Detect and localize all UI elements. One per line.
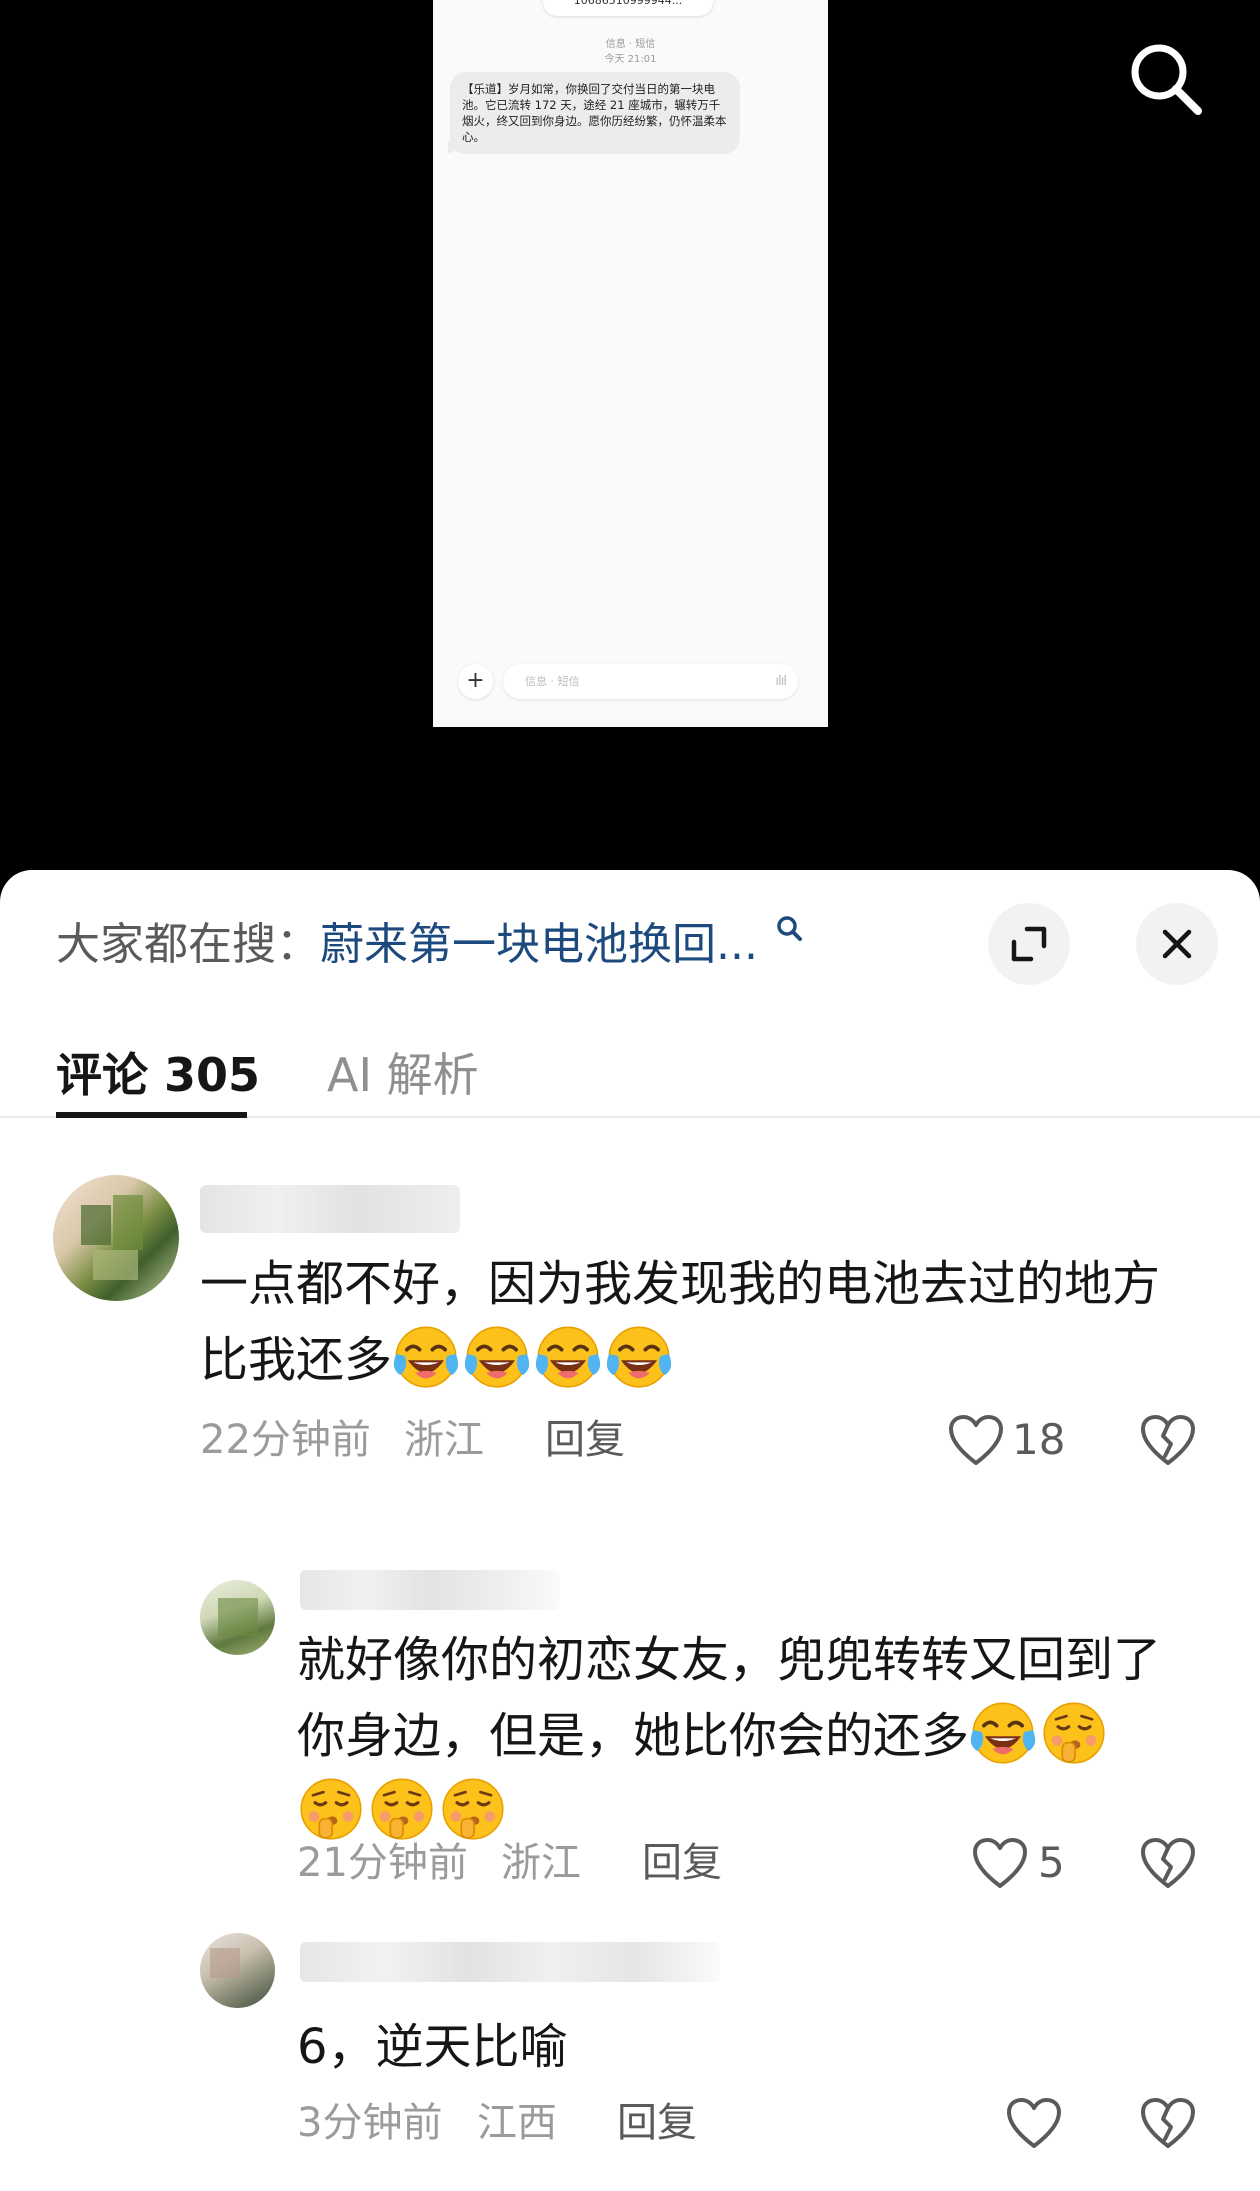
comment-line: 一点都不好，因为我发现我的电池去过的地方 [200, 1256, 1161, 1312]
heart-icon [973, 1838, 1027, 1888]
shushing-face-emoji [442, 1778, 504, 1840]
comment-time: 3分钟前 [297, 2100, 443, 2146]
sms-voice-icon: ıIıl [775, 674, 787, 689]
sms-input-row: + 信息 · 短信 ıIıl [458, 662, 798, 700]
sms-input-placeholder: 信息 · 短信 [525, 675, 580, 688]
expand-button[interactable] [988, 903, 1070, 985]
like-button[interactable]: 18 [948, 1410, 1078, 1470]
comment-text: 6，逆天比喻 [297, 2010, 568, 2085]
laughing-crying-emoji [606, 1326, 672, 1388]
sms-meta: 信息 · 短信 今天 21:01 [433, 37, 828, 67]
like-count: 18 [1012, 1415, 1066, 1464]
search-icon [1131, 44, 1202, 115]
sms-message-bubble: 【乐道】岁月如常，你换回了交付当日的第一块电池。它已流转 172 天，途经 21… [448, 72, 740, 154]
broken-heart-icon [1141, 1415, 1195, 1465]
sms-meta-time: 今天 21:01 [604, 54, 657, 65]
comment-location: 浙江 [404, 1417, 484, 1463]
comment-line: 就好像你的初恋女友，兜兜转转又回到了 [297, 1632, 1162, 1688]
like-button[interactable]: 5 [972, 1833, 1072, 1893]
sms-screenshot: 10686510999944... 信息 · 短信 今天 21:01 【乐道】岁… [433, 0, 828, 727]
heart-icon [949, 1415, 1003, 1465]
username-blurred[interactable] [200, 1185, 460, 1233]
broken-heart-icon [1141, 2098, 1195, 2148]
heart-icon [1007, 2098, 1061, 2148]
broken-heart-icon [1141, 1838, 1195, 1888]
tab-active-indicator [56, 1112, 247, 1118]
username-blurred[interactable] [300, 1942, 720, 1982]
username-blurred[interactable] [300, 1570, 560, 1610]
comment-line: 比我还多 [200, 1332, 393, 1388]
dislike-button[interactable] [1140, 1837, 1200, 1897]
hot-search-link[interactable]: 大家都在搜：蔚来第一块电池换回... [56, 915, 916, 975]
sms-plus-icon: + [458, 664, 493, 699]
search-icon [777, 916, 802, 941]
dislike-button[interactable] [1140, 2097, 1200, 2157]
laughing-crying-emoji [393, 1326, 459, 1388]
laughing-crying-emoji [535, 1326, 601, 1388]
sms-meta-label: 信息 · 短信 [605, 39, 656, 50]
emoji-group [297, 1778, 510, 1840]
shushing-face-emoji [1043, 1702, 1105, 1764]
close-button[interactable] [1136, 903, 1218, 985]
comment-line: 6，逆天比喻 [297, 2019, 568, 2075]
shushing-face-emoji [300, 1778, 362, 1840]
hot-search-query[interactable]: 蔚来第一块电池换回... [320, 919, 758, 970]
laughing-crying-emoji [970, 1702, 1036, 1764]
comment-text: 一点都不好，因为我发现我的电池去过的地方 比我还多 [200, 1247, 1160, 1398]
laughing-crying-emoji [464, 1326, 530, 1388]
comment-sheet: 大家都在搜：蔚来第一块电池换回... 评论 305 AI 解析 一点都不好，因为… [0, 870, 1260, 2191]
comment-line: 你身边，但是，她比你会的还多 [297, 1708, 970, 1764]
tab-comments[interactable]: 评论 305 [56, 1040, 261, 1118]
comment-time: 22分钟前 [200, 1417, 371, 1463]
emoji-group [969, 1702, 1111, 1764]
tab-comments-label: 评论 305 [56, 1048, 261, 1102]
hot-search-prefix: 大家都在搜： [56, 919, 320, 970]
avatar[interactable] [200, 1933, 275, 2008]
tab-ai-analysis[interactable]: AI 解析 [327, 1040, 479, 1110]
comment-location: 浙江 [501, 1840, 581, 1886]
like-button[interactable] [1006, 2093, 1066, 2153]
comment-tabs: 评论 305 AI 解析 [0, 1040, 1260, 1118]
sms-sender: 10686510999944... [543, 0, 713, 16]
dislike-button[interactable] [1140, 1414, 1200, 1474]
avatar[interactable] [200, 1580, 275, 1655]
emoji-group [392, 1326, 676, 1388]
search-button[interactable] [1125, 38, 1209, 122]
video-player[interactable]: 10686510999944... 信息 · 短信 今天 21:01 【乐道】岁… [0, 0, 1260, 880]
avatar[interactable] [53, 1175, 179, 1301]
comment-location: 江西 [477, 2100, 557, 2146]
reply-button[interactable]: 回复 [545, 1415, 625, 1465]
like-count: 5 [1038, 1838, 1065, 1887]
comment-time: 21分钟前 [297, 1840, 468, 1886]
reply-button[interactable]: 回复 [642, 1838, 722, 1888]
reply-button[interactable]: 回复 [617, 2098, 697, 2148]
comment-text: 就好像你的初恋女友，兜兜转转又回到了 你身边，但是，她比你会的还多 [297, 1623, 1161, 1850]
close-icon [1162, 929, 1192, 959]
expand-icon [1011, 926, 1047, 962]
shushing-face-emoji [371, 1778, 433, 1840]
sms-input: 信息 · 短信 ıIıl [503, 664, 798, 699]
